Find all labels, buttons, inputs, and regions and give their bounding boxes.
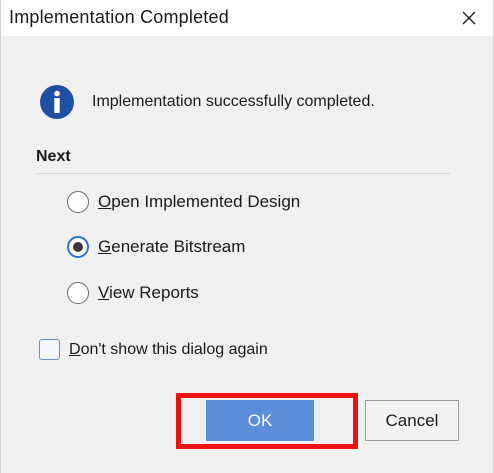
radio-button-selected[interactable]	[67, 236, 89, 258]
dont-show-again-checkbox[interactable]	[39, 339, 60, 360]
next-section-label: Next	[36, 148, 71, 165]
dont-show-again-checkbox-row[interactable]: Don't show this dialog again	[39, 339, 268, 360]
message-row: Implementation successfully completed.	[39, 84, 375, 120]
ok-button[interactable]: OK	[206, 400, 314, 441]
cancel-button[interactable]: Cancel	[365, 400, 459, 441]
radio-label: View Reports	[98, 283, 199, 302]
radio-button[interactable]	[67, 282, 89, 304]
section-divider	[36, 173, 450, 174]
close-icon[interactable]	[457, 6, 481, 30]
radio-view-reports[interactable]: View Reports	[67, 282, 199, 304]
radio-open-implemented-design[interactable]: Open Implemented Design	[67, 191, 300, 213]
radio-generate-bitstream[interactable]: Generate Bitstream	[67, 236, 245, 258]
message-text: Implementation successfully completed.	[92, 93, 375, 110]
radio-label: Open Implemented Design	[98, 192, 301, 211]
checkbox-label: Don't show this dialog again	[69, 340, 268, 358]
radio-label: Generate Bitstream	[98, 237, 246, 256]
radio-button[interactable]	[67, 191, 89, 213]
info-icon	[40, 85, 74, 119]
dialog-title: Implementation Completed	[9, 7, 229, 27]
title-bar: Implementation Completed	[1, 0, 493, 36]
implementation-completed-dialog: Implementation Completed Implementation …	[0, 0, 494, 473]
